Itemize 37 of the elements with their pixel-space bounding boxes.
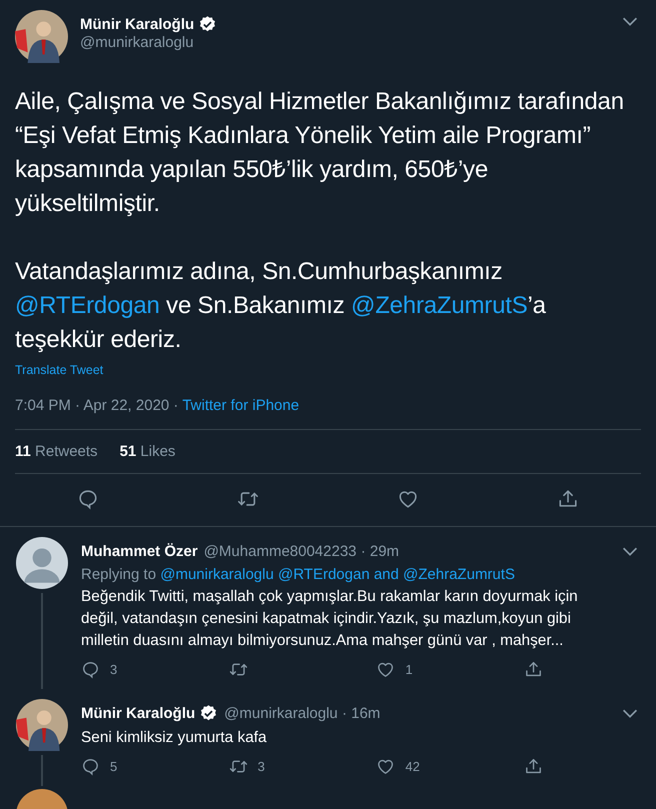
share-icon[interactable]: [524, 757, 544, 776]
avatar-icon[interactable]: [15, 10, 68, 63]
heart-icon[interactable]: [376, 757, 396, 776]
source-link[interactable]: Twitter for iPhone: [182, 397, 300, 414]
mention-link[interactable]: @munirkaraloglu: [160, 566, 274, 583]
action-count: 42: [405, 759, 420, 774]
author-name[interactable]: Muhammet Özer: [81, 542, 198, 560]
timestamp: 7:04 PM · Apr 22, 2020 ·: [15, 397, 178, 414]
verified-icon: [198, 15, 218, 34]
action-count: 3: [258, 759, 265, 774]
reply-text: Beğendik Twitti, maşallah çok yapmışlar.Bu rakamlar karın doyurmak için değil, vatandaşın çenesini kapatmak içindir.Yazık, şu mazlum,koyun gibi milletin duasını almayı bilmiyorsunuz.Ama mahşer günü var , mahşer...: [81, 587, 579, 651]
author-handle[interactable]: @munirkaraloglu: [80, 34, 194, 51]
reply-text: Seni kimliksiz yumurta kafa: [81, 728, 268, 748]
verified-icon: [199, 704, 218, 722]
author-name[interactable]: Münir Karaloğlu: [80, 16, 194, 33]
mention-link[interactable]: @RTErdogan: [15, 292, 160, 319]
share-icon[interactable]: [524, 660, 544, 679]
translate-link[interactable]: Translate Tweet: [15, 363, 104, 377]
author-meta: @munirkaraloglu · 16m: [224, 704, 382, 722]
stat-count[interactable]: 51 Likes: [120, 443, 176, 460]
replying-to-text: Replying to @munirkaraloglu @RTErdogan and @ZehraZumrutS: [81, 566, 516, 583]
mention-link[interactable]: @RTErdogan and @ZehraZumrutS: [278, 566, 515, 583]
reply-icon[interactable]: [77, 488, 99, 510]
action-count: 1: [405, 662, 413, 677]
action-count: 3: [110, 662, 118, 677]
avatar-icon[interactable]: [16, 699, 68, 751]
author-name[interactable]: Münir Karaloğlu: [81, 704, 196, 722]
tweet-text: Aile, Çalışma ve Sosyal Hizmetler Bakanlığımız tarafından “Eşi Vefat Etmiş Kadınlara Yönelik Yetim aile Programı” kapsamında yapılan 550₺’lik yardım, 650₺’ye yükseltilmiştir.: [15, 87, 625, 219]
mention-link[interactable]: @ZehraZumrutS: [351, 292, 528, 319]
stat-count[interactable]: 11 Retweets: [15, 443, 98, 460]
heart-icon[interactable]: [376, 660, 396, 679]
reply-icon[interactable]: [81, 660, 100, 679]
avatar-icon[interactable]: [16, 537, 68, 589]
action-count: 5: [110, 759, 118, 774]
reply-icon[interactable]: [81, 757, 100, 776]
tweet-text: Vatandaşlarımız adına, Sn.Cumhurbaşkanımız @RTErdogan ve Sn.Bakanımız @ZehraZumrutS’a teşekkür ederiz.: [15, 257, 547, 355]
author-meta: @Muhamme80042233 · 29m: [204, 542, 400, 560]
